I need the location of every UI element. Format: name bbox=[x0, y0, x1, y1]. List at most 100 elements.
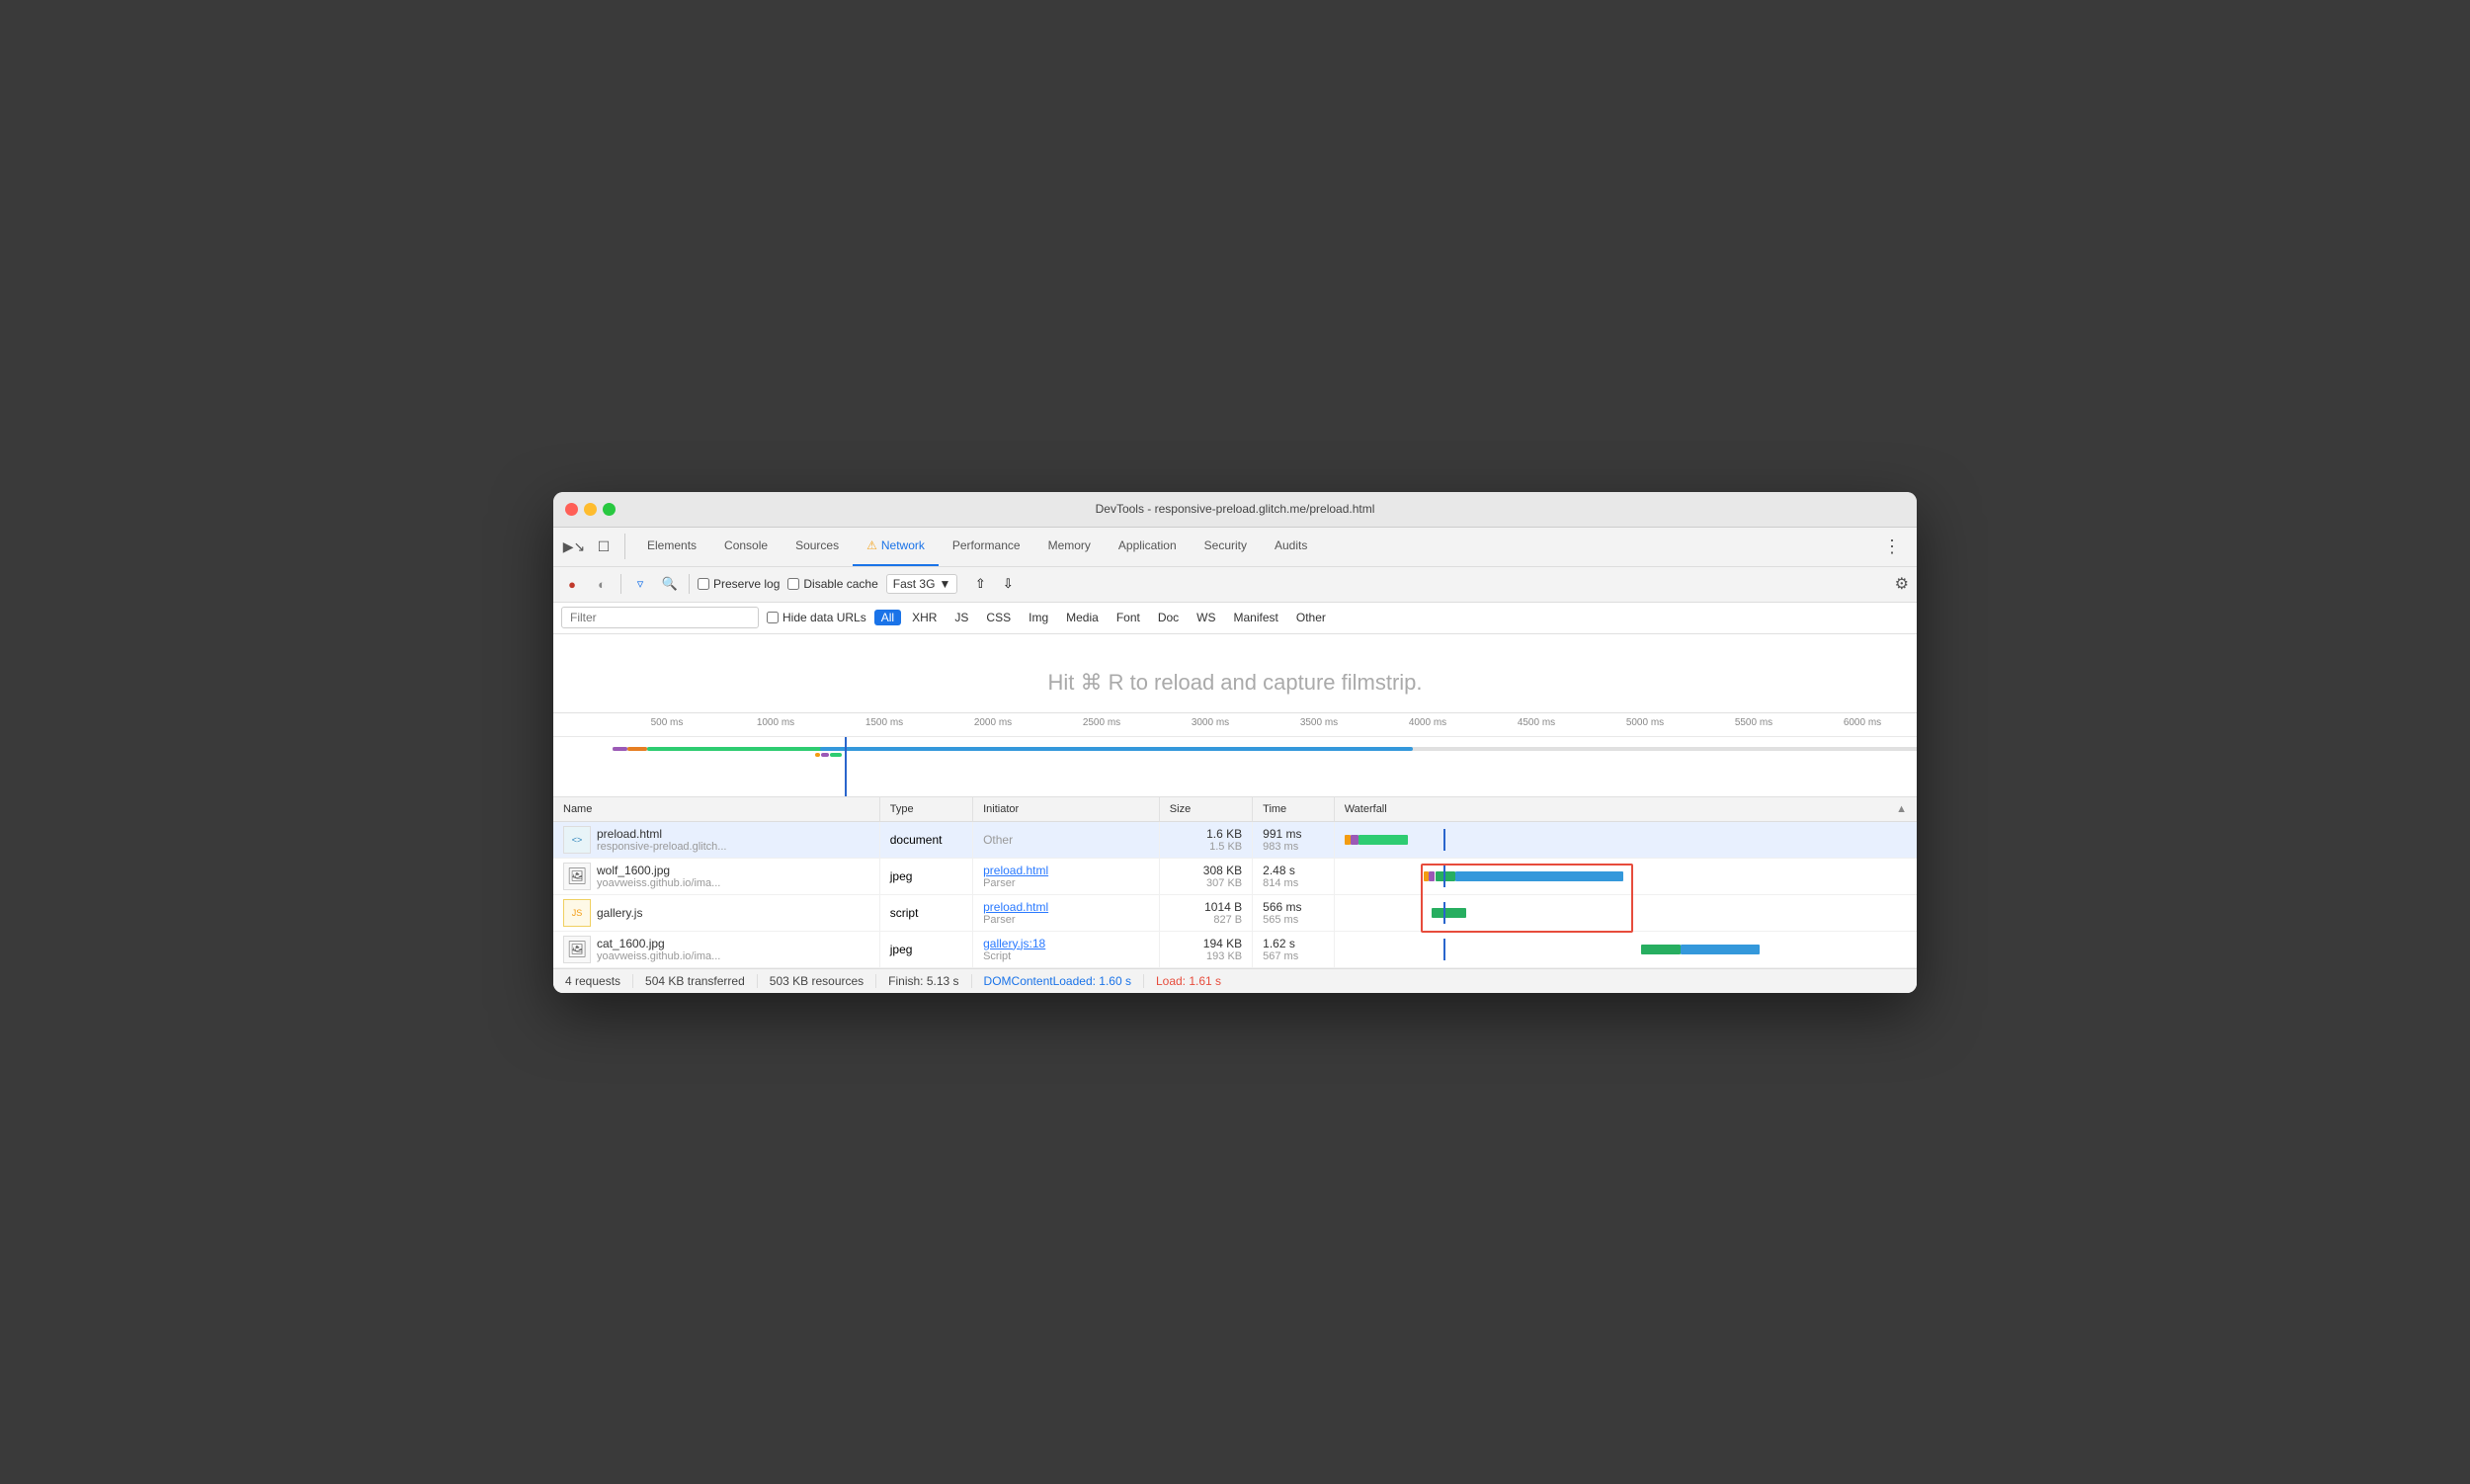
settings-gear-icon[interactable]: ⚙ bbox=[1895, 574, 1909, 594]
filter-tag-js[interactable]: JS bbox=[947, 610, 975, 625]
disable-cache-checkbox-label[interactable]: Disable cache bbox=[787, 577, 877, 591]
type-cell: document bbox=[879, 821, 972, 858]
tab-list: Elements Console Sources ⚠ Network Perfo… bbox=[633, 527, 1875, 566]
separator-1 bbox=[620, 574, 621, 594]
titlebar: DevTools - responsive-preload.glitch.me/… bbox=[553, 492, 1917, 528]
tab-application[interactable]: Application bbox=[1105, 527, 1191, 566]
close-button[interactable] bbox=[565, 503, 578, 516]
filmstrip-hint: Hit ⌘ R to reload and capture filmstrip. bbox=[1047, 670, 1422, 696]
mark-5500: 5500 ms bbox=[1699, 717, 1808, 732]
mark-5000: 5000 ms bbox=[1591, 717, 1699, 732]
filter-tag-ws[interactable]: WS bbox=[1190, 610, 1222, 625]
tab-performance[interactable]: Performance bbox=[939, 527, 1034, 566]
mark-4500: 4500 ms bbox=[1482, 717, 1591, 732]
tab-memory[interactable]: Memory bbox=[1034, 527, 1105, 566]
time-cell: 991 ms 983 ms bbox=[1253, 821, 1335, 858]
import-export-buttons: ⇧ ⇩ bbox=[969, 573, 1019, 595]
th-time[interactable]: Time bbox=[1253, 797, 1335, 822]
finish-time: Finish: 5.13 s bbox=[876, 974, 971, 988]
devtools-window: DevTools - responsive-preload.glitch.me/… bbox=[553, 492, 1917, 993]
tab-sources[interactable]: Sources bbox=[782, 527, 853, 566]
maximize-button[interactable] bbox=[603, 503, 616, 516]
tab-audits[interactable]: Audits bbox=[1261, 527, 1321, 566]
timeline-ruler: 500 ms 1000 ms 1500 ms 2000 ms 2500 ms 3… bbox=[553, 713, 1917, 737]
filter-row: Hide data URLs All XHR JS CSS Img Media … bbox=[553, 603, 1917, 634]
filter-tag-img[interactable]: Img bbox=[1022, 610, 1055, 625]
filter-tag-media[interactable]: Media bbox=[1059, 610, 1106, 625]
mark-500: 500 ms bbox=[613, 717, 721, 732]
tab-network[interactable]: ⚠ Network bbox=[853, 527, 939, 566]
mark-1000: 1000 ms bbox=[721, 717, 830, 732]
initiator-cell: preload.html Parser bbox=[973, 894, 1160, 931]
filter-input[interactable] bbox=[561, 607, 759, 628]
filter-button[interactable]: ▿ bbox=[629, 573, 651, 595]
initiator-cell: preload.html Parser bbox=[973, 858, 1160, 894]
table-row[interactable]: 🖼 cat_1600.jpg yoavweiss.github.io/ima..… bbox=[553, 931, 1917, 967]
mark-2000: 2000 ms bbox=[939, 717, 1047, 732]
tab-console[interactable]: Console bbox=[710, 527, 782, 566]
clear-button[interactable]: ◐ bbox=[591, 573, 613, 595]
export-button[interactable]: ⇩ bbox=[997, 573, 1019, 595]
tab-elements[interactable]: Elements bbox=[633, 527, 710, 566]
timeline-area: 500 ms 1000 ms 1500 ms 2000 ms 2500 ms 3… bbox=[553, 713, 1917, 797]
separator-2 bbox=[689, 574, 690, 594]
more-tabs-button[interactable]: ⋮ bbox=[1875, 536, 1909, 557]
size-cell: 194 KB 193 KB bbox=[1159, 931, 1252, 967]
th-initiator[interactable]: Initiator bbox=[973, 797, 1160, 822]
type-cell: script bbox=[879, 894, 972, 931]
js-icon: JS bbox=[563, 899, 591, 927]
name-cell: 🖼 cat_1600.jpg yoavweiss.github.io/ima..… bbox=[553, 931, 879, 967]
waterfall-cell bbox=[1334, 894, 1917, 931]
initiator-cell: gallery.js:18 Script bbox=[973, 931, 1160, 967]
toolbar-icons: ▶↘ ☐ bbox=[561, 534, 625, 559]
filter-tags: All XHR JS CSS Img Media Font Doc WS Man… bbox=[874, 610, 1333, 625]
mark-6000: 6000 ms bbox=[1808, 717, 1917, 732]
filter-tag-doc[interactable]: Doc bbox=[1151, 610, 1186, 625]
tab-security[interactable]: Security bbox=[1191, 527, 1261, 566]
th-size[interactable]: Size bbox=[1159, 797, 1252, 822]
record-button[interactable]: ● bbox=[561, 573, 583, 595]
filter-tag-font[interactable]: Font bbox=[1110, 610, 1147, 625]
table-row[interactable]: 🖼 wolf_1600.jpg yoavweiss.github.io/ima.… bbox=[553, 858, 1917, 894]
waterfall-cell bbox=[1334, 821, 1917, 858]
ruler-marks: 500 ms 1000 ms 1500 ms 2000 ms 2500 ms 3… bbox=[553, 717, 1917, 732]
mark-2500: 2500 ms bbox=[1047, 717, 1156, 732]
time-cell: 2.48 s 814 ms bbox=[1253, 858, 1335, 894]
filter-tag-all[interactable]: All bbox=[874, 610, 901, 625]
filter-tag-css[interactable]: CSS bbox=[979, 610, 1018, 625]
preserve-log-checkbox-label[interactable]: Preserve log bbox=[698, 577, 780, 591]
filmstrip-area: Hit ⌘ R to reload and capture filmstrip. bbox=[553, 634, 1917, 713]
type-cell: jpeg bbox=[879, 931, 972, 967]
filter-tag-manifest[interactable]: Manifest bbox=[1227, 610, 1285, 625]
import-button[interactable]: ⇧ bbox=[969, 573, 991, 595]
timeline-tracks bbox=[553, 737, 1917, 796]
type-cell: jpeg bbox=[879, 858, 972, 894]
device-toolbar-icon[interactable]: ☐ bbox=[591, 534, 617, 559]
network-table: Name Type Initiator Size Time Waterfall … bbox=[553, 797, 1917, 968]
th-name[interactable]: Name bbox=[553, 797, 879, 822]
network-table-container: Name Type Initiator Size Time Waterfall … bbox=[553, 797, 1917, 968]
minimize-button[interactable] bbox=[584, 503, 597, 516]
filter-tag-other[interactable]: Other bbox=[1289, 610, 1333, 625]
size-cell: 1.6 KB 1.5 KB bbox=[1159, 821, 1252, 858]
preserve-log-checkbox[interactable] bbox=[698, 578, 709, 590]
inspect-icon[interactable]: ▶↘ bbox=[561, 534, 587, 559]
traffic-lights bbox=[565, 503, 616, 516]
disable-cache-checkbox[interactable] bbox=[787, 578, 799, 590]
network-controls: ● ◐ ▿ 🔍 Preserve log Disable cache Fast … bbox=[553, 567, 1917, 603]
hide-data-urls-label[interactable]: Hide data URLs bbox=[767, 611, 866, 624]
waterfall-cell bbox=[1334, 858, 1917, 894]
devtools-panel: ▶↘ ☐ Elements Console Sources ⚠ Network bbox=[553, 528, 1917, 993]
size-cell: 308 KB 307 KB bbox=[1159, 858, 1252, 894]
th-type[interactable]: Type bbox=[879, 797, 972, 822]
hide-data-urls-checkbox[interactable] bbox=[767, 612, 779, 623]
warning-icon: ⚠ bbox=[866, 538, 877, 552]
requests-count: 4 requests bbox=[565, 974, 633, 988]
th-waterfall[interactable]: Waterfall ▲ bbox=[1334, 797, 1917, 822]
table-row[interactable]: <> preload.html responsive-preload.glitc… bbox=[553, 821, 1917, 858]
filter-tag-xhr[interactable]: XHR bbox=[905, 610, 944, 625]
throttle-select[interactable]: Fast 3G ▼ bbox=[886, 574, 958, 594]
mark-4000: 4000 ms bbox=[1373, 717, 1482, 732]
table-row[interactable]: JS gallery.js script preload.html Parser bbox=[553, 894, 1917, 931]
search-button[interactable]: 🔍 bbox=[659, 573, 681, 595]
